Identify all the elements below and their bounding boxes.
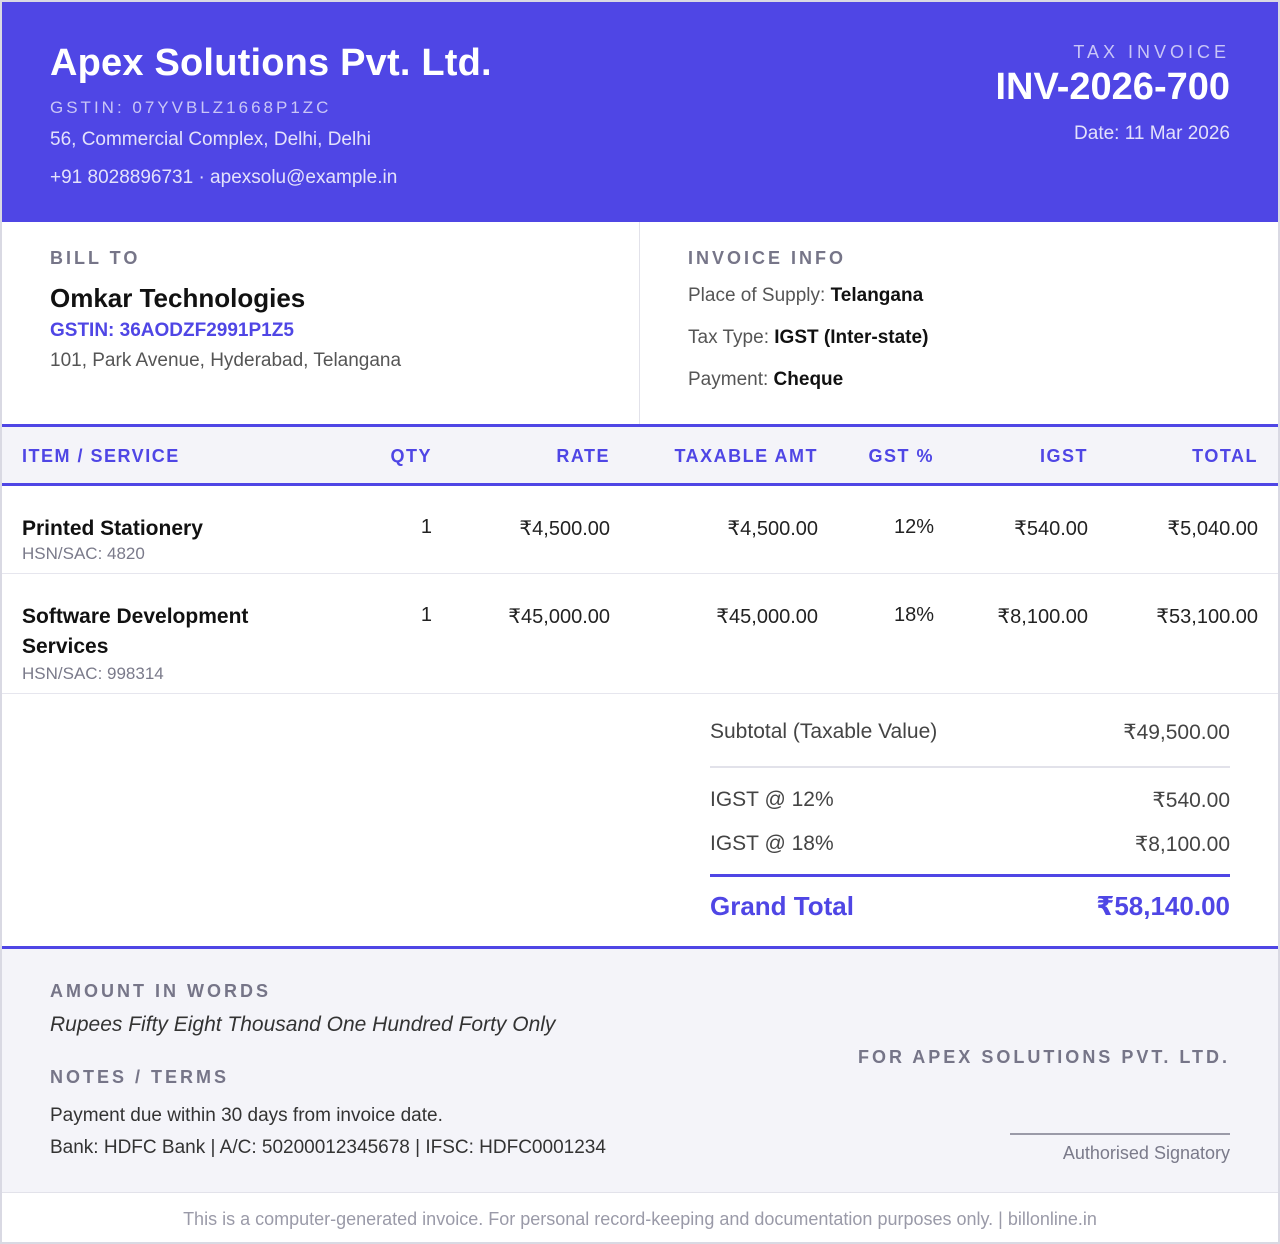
disclaimer: This is a computer-generated invoice. Fo…	[2, 1192, 1278, 1242]
seller-contact: +91 8028896731 · apexsolu@example.in	[50, 167, 398, 188]
seller-gstin: GSTIN: 07YVBLZ1668P1ZC	[50, 98, 332, 117]
col-gst: GST %	[868, 446, 934, 466]
place-of-supply: Place of Supply: Telangana	[688, 285, 928, 327]
subtotal-label: Subtotal (Taxable Value)	[710, 720, 938, 743]
invoice-number: INV-2026-700	[995, 66, 1231, 108]
place-of-supply-value: Telangana	[830, 285, 924, 306]
totals-divider	[710, 766, 1230, 768]
payment-terms-note: Payment due within 30 days from invoice …	[50, 1105, 443, 1126]
col-rate: RATE	[556, 446, 610, 466]
seller-name: Apex Solutions Pvt. Ltd.	[50, 42, 492, 84]
igst-18-value: ₹8,100.00	[1134, 833, 1230, 856]
bill-to-label: BILL TO	[50, 248, 141, 268]
invoice-date: Date: 11 Mar 2026	[1074, 123, 1230, 144]
item-igst: ₹8,100.00	[997, 606, 1088, 628]
item-qty: 1	[420, 516, 432, 538]
invoice-type-label: TAX INVOICE	[1073, 42, 1230, 62]
subtotal-row: Subtotal (Taxable Value) ₹49,500.00	[710, 720, 1230, 750]
signature-line	[1010, 1133, 1230, 1135]
meta-divider	[639, 222, 640, 424]
payment-mode: Payment: Cheque	[688, 369, 928, 411]
invoice-info-section: INVOICE INFO Place of Supply: Telangana …	[688, 248, 928, 411]
item-gst: 18%	[893, 604, 934, 626]
bank-details-note: Bank: HDFC Bank | A/C: 50200012345678 | …	[50, 1137, 606, 1158]
amount-in-words-label: AMOUNT IN WORDS	[50, 981, 271, 1001]
item-igst: ₹540.00	[1014, 518, 1088, 540]
customer-name: Omkar Technologies	[50, 283, 306, 313]
item-name: Software Development Services	[22, 605, 249, 658]
item-hsn: HSN/SAC: 998314	[22, 664, 164, 683]
igst-12-label: IGST @ 12%	[710, 788, 834, 811]
igst-18-row: IGST @ 18% ₹8,100.00	[710, 832, 1230, 862]
item-gst: 12%	[893, 516, 934, 538]
item-total: ₹5,040.00	[1167, 518, 1258, 540]
grand-total-row: Grand Total ₹58,140.00	[710, 891, 1230, 931]
bill-to-section: BILL TO Omkar Technologies GSTIN: 36AODZ…	[50, 248, 401, 372]
invoice-info-label: INVOICE INFO	[688, 248, 847, 268]
invoice-footer: AMOUNT IN WORDS Rupees Fifty Eight Thous…	[2, 946, 1278, 1192]
item-hsn: HSN/SAC: 4820	[22, 544, 145, 563]
tax-type: Tax Type: IGST (Inter-state)	[688, 327, 928, 369]
customer-gstin: GSTIN: 36AODZF2991P1Z5	[50, 320, 294, 341]
payment-label: Payment:	[688, 369, 769, 390]
table-row: Printed Stationery HSN/SAC: 4820 1 ₹4,50…	[2, 486, 1278, 574]
igst-18-label: IGST @ 18%	[710, 832, 834, 855]
col-item: ITEM / SERVICE	[22, 446, 180, 466]
authorised-signatory: Authorised Signatory	[1062, 1143, 1230, 1163]
item-qty: 1	[420, 604, 432, 626]
igst-12-row: IGST @ 12% ₹540.00	[710, 788, 1230, 818]
payment-value: Cheque	[773, 369, 844, 390]
for-company-label: FOR APEX SOLUTIONS PVT. LTD.	[857, 1047, 1230, 1067]
totals-section: Subtotal (Taxable Value) ₹49,500.00 IGST…	[710, 720, 1230, 931]
place-of-supply-label: Place of Supply:	[688, 285, 826, 306]
item-taxable: ₹45,000.00	[716, 606, 818, 628]
item-name: Printed Stationery	[22, 517, 203, 540]
col-qty: QTY	[390, 446, 432, 466]
notes-label: NOTES / TERMS	[50, 1067, 230, 1087]
item-total: ₹53,100.00	[1156, 606, 1258, 628]
tax-type-label: Tax Type:	[688, 327, 769, 348]
grand-total-divider	[710, 874, 1230, 877]
invoice-meta: BILL TO Omkar Technologies GSTIN: 36AODZ…	[2, 222, 1278, 424]
grand-total-label: Grand Total	[710, 891, 854, 921]
customer-address: 101, Park Avenue, Hyderabad, Telangana	[50, 350, 402, 371]
col-taxable: TAXABLE AMT	[674, 446, 818, 466]
item-rate: ₹45,000.00	[508, 606, 610, 628]
subtotal-value: ₹49,500.00	[1123, 721, 1230, 744]
item-taxable: ₹4,500.00	[727, 518, 818, 540]
item-rate: ₹4,500.00	[519, 518, 610, 540]
tax-type-value: IGST (Inter-state)	[774, 327, 929, 348]
table-row: Software Development Services HSN/SAC: 9…	[2, 574, 1278, 694]
grand-total-value: ₹58,140.00	[1096, 891, 1230, 921]
invoice-header: Apex Solutions Pvt. Ltd. GSTIN: 07YVBLZ1…	[2, 2, 1278, 222]
seller-address: 56, Commercial Complex, Delhi, Delhi	[50, 129, 371, 150]
invoice-page: Apex Solutions Pvt. Ltd. GSTIN: 07YVBLZ1…	[0, 0, 1280, 1244]
col-igst: IGST	[1039, 446, 1088, 466]
col-total: TOTAL	[1192, 446, 1258, 466]
igst-12-value: ₹540.00	[1152, 789, 1230, 812]
amount-in-words: Rupees Fifty Eight Thousand One Hundred …	[50, 1013, 556, 1036]
items-table: ITEM / SERVICE QTY RATE TAXABLE AMT GST …	[2, 424, 1278, 694]
table-header: ITEM / SERVICE QTY RATE TAXABLE AMT GST …	[2, 424, 1278, 486]
